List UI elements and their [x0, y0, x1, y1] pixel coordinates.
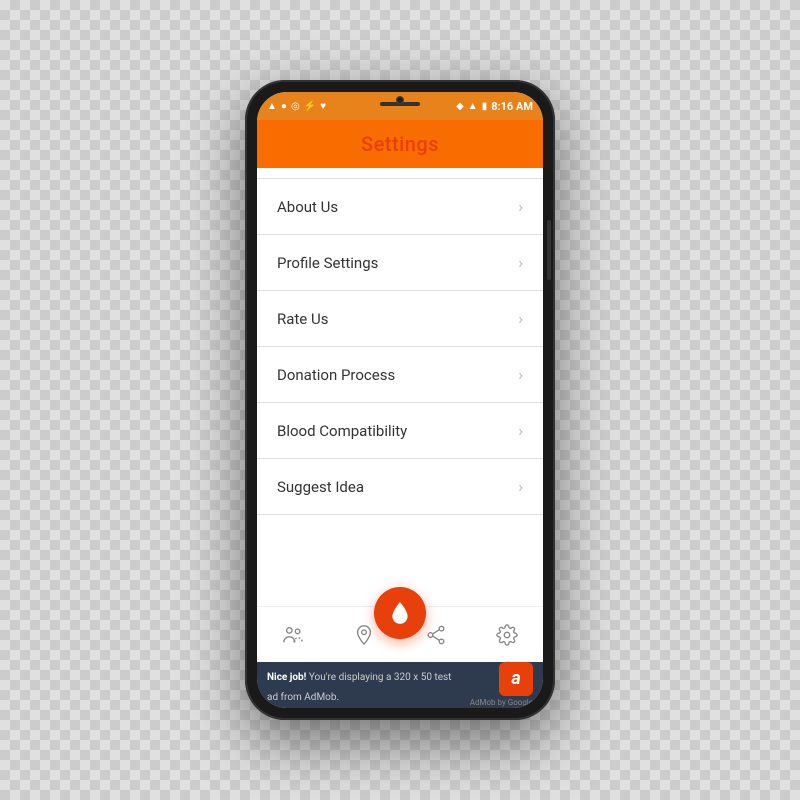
chevron-icon-donation-process: ›	[518, 365, 523, 384]
volume-button	[547, 220, 551, 280]
ad-banner: Nice job! You're displaying a 320 x 50 t…	[257, 662, 543, 708]
menu-label-suggest-idea: Suggest Idea	[277, 478, 364, 496]
status-left-icons: ▲ ● ◎ ⚡ ♥	[267, 101, 326, 112]
network-icon: ▲	[468, 101, 478, 112]
menu-label-rate-us: Rate Us	[277, 310, 328, 328]
whatsapp-icon: ◎	[291, 101, 300, 112]
chevron-icon-about-us: ›	[518, 197, 523, 216]
wifi-icon: ●	[281, 101, 287, 112]
phone-screen: ▲ ● ◎ ⚡ ♥ ◆ ▲ ▮ 8:16 AM Settings About U…	[257, 92, 543, 708]
settings-menu: About Us › Profile Settings › Rate Us › …	[257, 168, 543, 606]
ad-text: Nice job! You're displaying a 320 x 50 t…	[267, 672, 451, 703]
ad-bold-text: Nice job!	[267, 672, 306, 683]
content-area: About Us › Profile Settings › Rate Us › …	[257, 168, 543, 606]
menu-item-about-us[interactable]: About Us ›	[257, 178, 543, 235]
nav-blood-drop-button[interactable]	[374, 587, 426, 639]
chevron-icon-profile-settings: ›	[518, 253, 523, 272]
menu-label-donation-process: Donation Process	[277, 366, 395, 384]
nav-settings-button[interactable]	[487, 615, 527, 655]
menu-item-donation-process[interactable]: Donation Process ›	[257, 347, 543, 403]
page-title: Settings	[361, 132, 439, 156]
menu-item-blood-compatibility[interactable]: Blood Compatibility ›	[257, 403, 543, 459]
menu-item-profile-settings[interactable]: Profile Settings ›	[257, 235, 543, 291]
status-right-icons: ◆ ▲ ▮ 8:16 AM	[456, 100, 533, 113]
usb-icon: ⚡	[304, 101, 316, 112]
location-status-icon: ◆	[456, 101, 464, 112]
menu-label-profile-settings: Profile Settings	[277, 254, 378, 272]
battery-icon: ▮	[482, 101, 488, 112]
phone-camera	[396, 96, 404, 104]
bottom-navigation	[257, 606, 543, 662]
chevron-icon-suggest-idea: ›	[518, 477, 523, 496]
phone-frame: ▲ ● ◎ ⚡ ♥ ◆ ▲ ▮ 8:16 AM Settings About U…	[245, 80, 555, 720]
status-time: 8:16 AM	[491, 100, 533, 113]
menu-label-blood-compatibility: Blood Compatibility	[277, 422, 407, 440]
menu-item-rate-us[interactable]: Rate Us ›	[257, 291, 543, 347]
chevron-icon-rate-us: ›	[518, 309, 523, 328]
admob-logo: a	[499, 662, 533, 696]
menu-label-about-us: About Us	[277, 198, 338, 216]
heart-icon: ♥	[320, 101, 326, 112]
ad-text-container: Nice job! You're displaying a 320 x 50 t…	[267, 665, 462, 705]
ad-google-label: AdMob by Google	[470, 698, 533, 707]
app-bar: Settings	[257, 120, 543, 168]
signal-icon: ▲	[267, 101, 277, 112]
chevron-icon-blood-compatibility: ›	[518, 421, 523, 440]
nav-people-button[interactable]	[273, 615, 313, 655]
menu-item-suggest-idea[interactable]: Suggest Idea ›	[257, 459, 543, 515]
